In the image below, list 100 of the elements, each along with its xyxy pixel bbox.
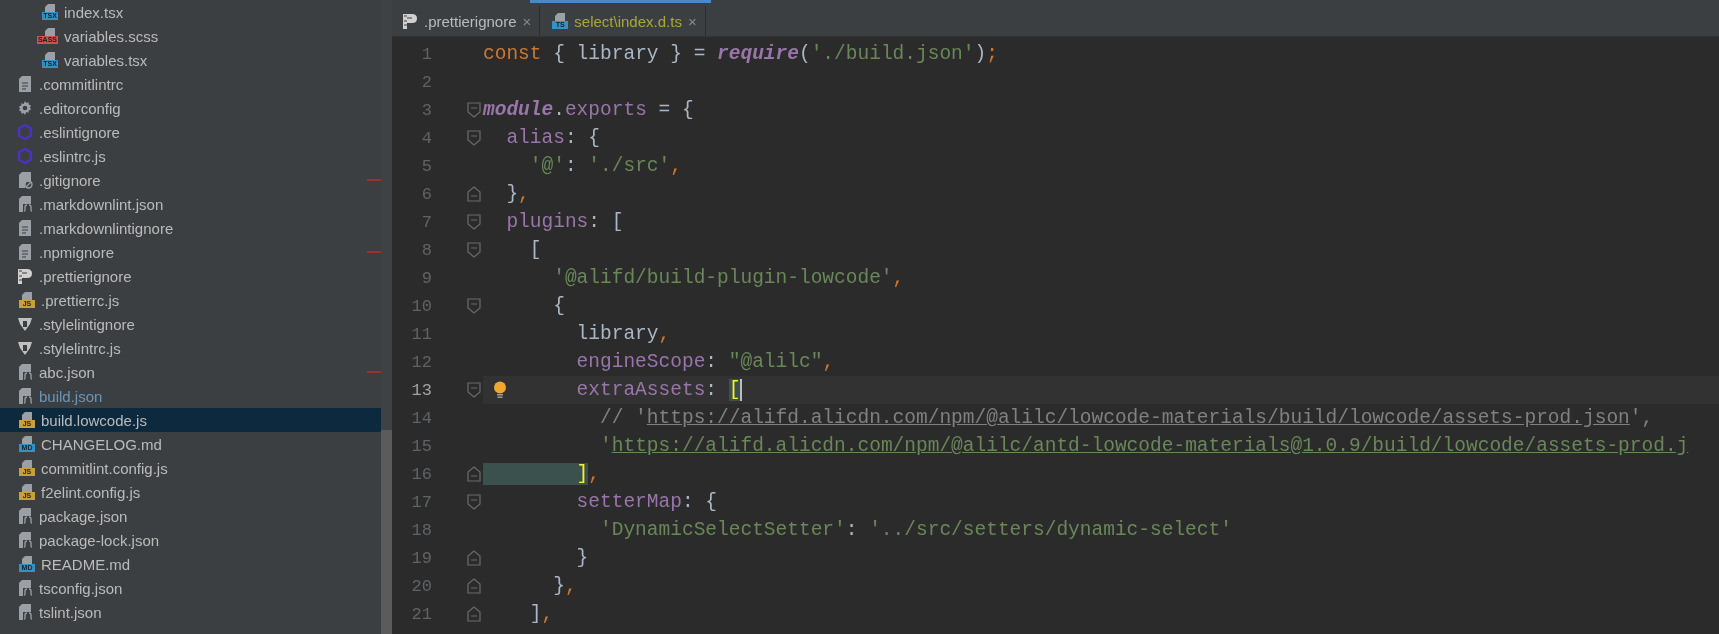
fold-icon[interactable] (467, 606, 481, 622)
close-tab-button[interactable]: × (522, 12, 532, 30)
fold-icon[interactable] (467, 186, 481, 202)
line-number: 18 (410, 520, 432, 540)
file-name: variables.scss (64, 27, 159, 45)
file-tree-item[interactable]: abc.json (0, 360, 381, 384)
line-number: 20 (410, 576, 432, 596)
file-tree-item[interactable]: tsconfig.json (0, 576, 381, 600)
file-tree-item[interactable]: .gitignore (0, 168, 381, 192)
code-line: engineScope: "@alilc", (575, 350, 836, 375)
file-tree-item[interactable]: package-lock.json (0, 528, 381, 552)
fold-icon[interactable] (467, 102, 481, 118)
file-tree-item[interactable]: .eslintignore (0, 120, 381, 144)
line-number: 7 (420, 212, 432, 232)
line-number: 3 (420, 100, 432, 120)
file-tree-item[interactable]: build.json (0, 384, 381, 408)
code-line: const { library } = require('./build.json'); (483, 42, 999, 67)
line-number: 13 (410, 380, 432, 400)
line-number: 6 (420, 184, 432, 204)
file-tree-item[interactable]: .markdownlint.json (0, 192, 381, 216)
file-tree-item[interactable]: .editorconfig (0, 96, 381, 120)
file-tree-item[interactable]: .stylelintrc.js (0, 336, 381, 360)
file-name: variables.tsx (64, 51, 148, 69)
file-name: .prettierignore (39, 267, 132, 285)
file-name: tslint.json (39, 603, 102, 621)
json-file-icon (17, 531, 33, 549)
file-name: build.json (39, 387, 103, 405)
tab-label: select\index.d.ts (574, 12, 682, 30)
file-name: .prettierrc.js (41, 291, 120, 309)
fold-icon[interactable] (467, 578, 481, 594)
file-name: index.tsx (64, 3, 124, 21)
file-tree-item[interactable]: .npmignore (0, 240, 381, 264)
file-name: .stylelintrc.js (39, 339, 121, 357)
text-file-icon (17, 75, 33, 93)
settings-icon (17, 100, 33, 116)
file-tree-item[interactable]: .eslintrc.js (0, 144, 381, 168)
fold-icon[interactable] (467, 214, 481, 230)
file-tree-item[interactable]: package.json (0, 504, 381, 528)
prettier-p-icon (402, 12, 418, 30)
text-file-icon (17, 219, 33, 237)
tab-label: .prettierignore (424, 12, 517, 30)
scrollbar-thumb[interactable] (381, 430, 392, 634)
fold-icon[interactable] (467, 494, 481, 510)
text-file-icon (17, 243, 33, 261)
code-line: } (575, 546, 590, 571)
file-tree-item[interactable]: .stylelintignore (0, 312, 381, 336)
line-number: 11 (410, 324, 432, 344)
code-line: ], (528, 602, 555, 627)
fold-icon[interactable] (467, 298, 481, 314)
file-name: .commitlintrc (39, 75, 124, 93)
file-name: tsconfig.json (39, 579, 123, 597)
code-line: '@': './src', (528, 154, 683, 179)
file-tree-item[interactable]: .markdownlintignore (0, 216, 381, 240)
file-name: .editorconfig (39, 99, 121, 117)
ignored-file-icon (17, 171, 33, 189)
fold-icon[interactable] (467, 550, 481, 566)
lightbulb-icon[interactable] (493, 381, 507, 399)
code-line: plugins: [ (505, 210, 625, 235)
code-line: module.exports = { (483, 98, 695, 123)
line-number: 16 (410, 464, 432, 484)
file-name: .stylelintignore (39, 315, 135, 333)
file-name: package-lock.json (39, 531, 160, 549)
line-number: 1 (420, 44, 432, 64)
code-line: [ (528, 238, 543, 263)
file-name: .eslintrc.js (39, 147, 106, 165)
code-line: '@alifd/build-plugin-lowcode', (552, 266, 906, 291)
json-file-icon (17, 195, 33, 213)
hexagon-icon (17, 124, 33, 140)
file-name: .npmignore (39, 243, 115, 261)
json-file-icon (17, 507, 33, 525)
fold-icon[interactable] (467, 130, 481, 146)
file-tree-item[interactable]: .commitlintrc (0, 72, 381, 96)
editor-tab[interactable]: .prettierignore × (392, 6, 541, 36)
code-line: alias: { (505, 126, 602, 151)
code-line: }, (552, 574, 578, 599)
file-name: .markdownlint.json (39, 195, 164, 213)
line-number: 5 (420, 156, 432, 176)
close-tab-button[interactable]: × (687, 12, 697, 30)
fold-icon[interactable] (467, 382, 481, 398)
file-name: build.lowcode.js (41, 411, 147, 429)
code-line: library, (575, 322, 672, 347)
line-number: 8 (420, 240, 432, 260)
code-line: }, (505, 182, 531, 207)
fold-icon[interactable] (467, 242, 481, 258)
code-line: setterMap: { (575, 490, 719, 515)
line-number: 2 (420, 72, 432, 92)
json-file-icon (17, 387, 33, 405)
line-number: 15 (410, 436, 432, 456)
line-number: 4 (420, 128, 432, 148)
file-name: f2elint.config.js (41, 483, 141, 501)
json-file-icon (17, 579, 33, 597)
file-tree-item[interactable]: .prettierignore (0, 264, 381, 288)
line-number: 12 (410, 352, 432, 372)
fold-icon[interactable] (467, 466, 481, 482)
file-name: commitlint.config.js (41, 459, 168, 477)
json-file-icon (17, 363, 33, 381)
hexagon-icon (17, 148, 33, 164)
file-tree-item[interactable]: tslint.json (0, 600, 381, 624)
line-number: 17 (410, 492, 432, 512)
code-line: 'DynamicSelectSetter': '../src/setters/dynamic-select' (599, 518, 1233, 543)
